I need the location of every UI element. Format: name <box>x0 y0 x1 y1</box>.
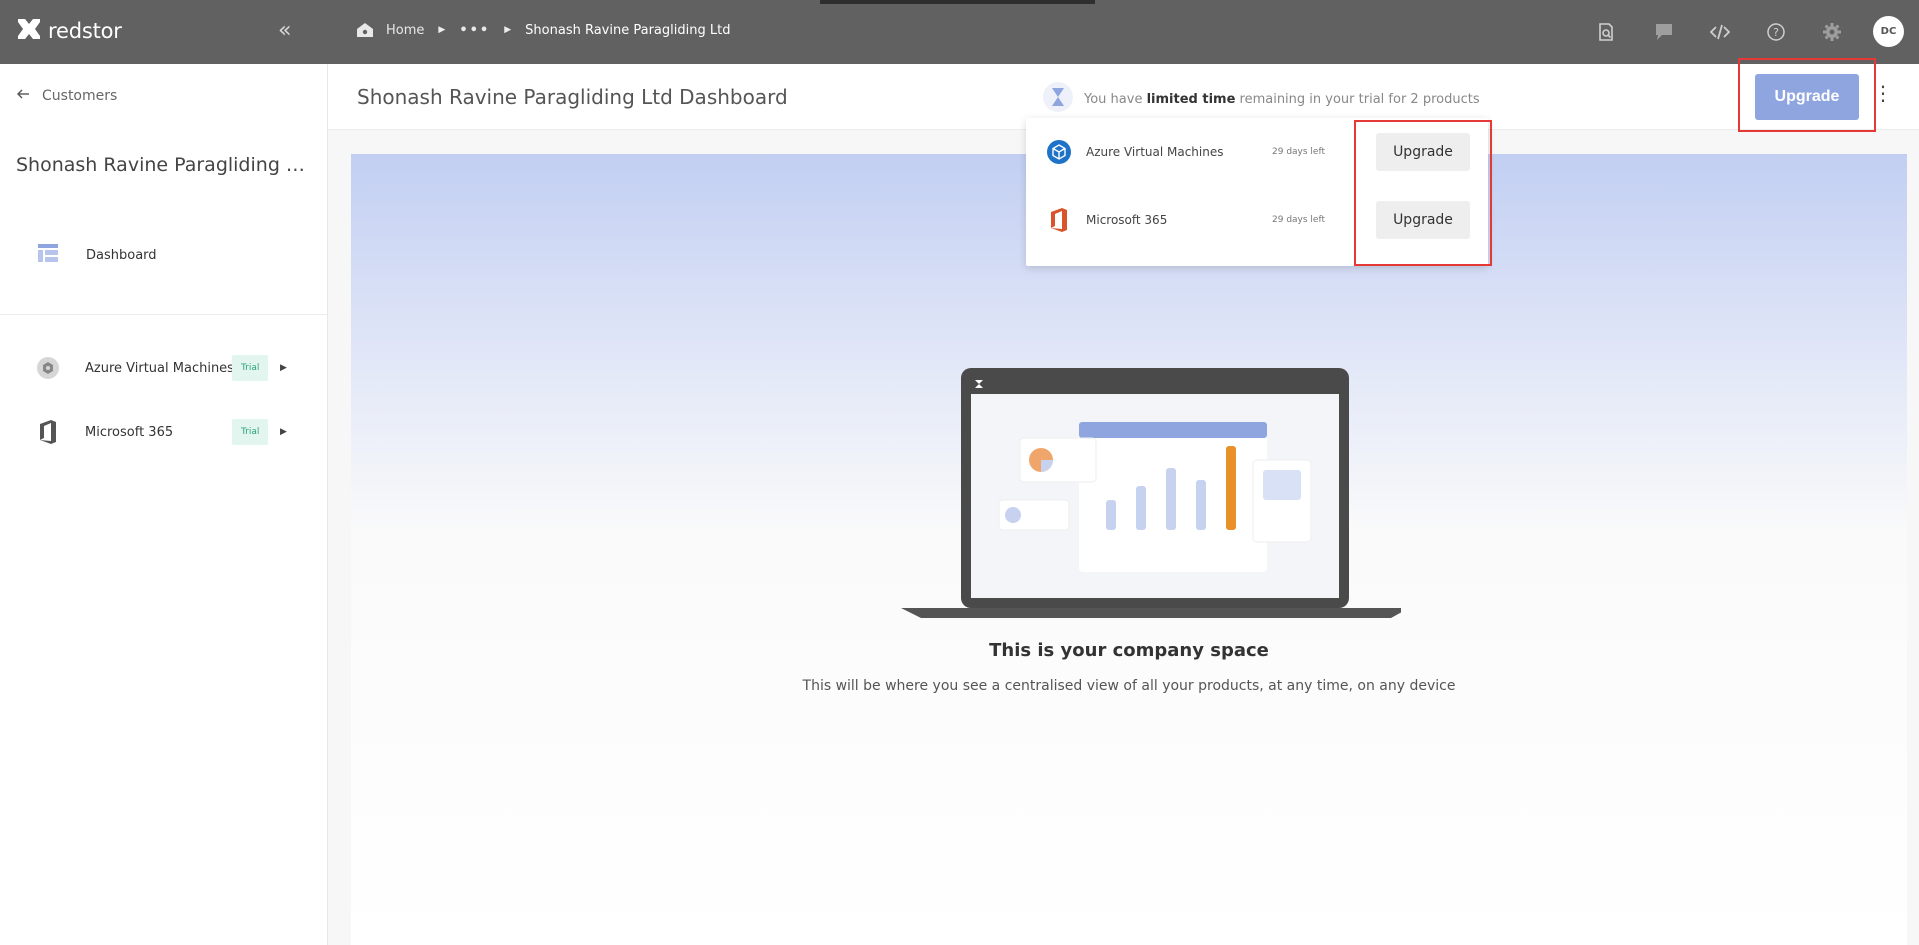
hero-subtitle: This will be where you see a centralised… <box>802 678 1456 694</box>
back-label: Customers <box>42 88 118 104</box>
dashboard-icon <box>38 244 58 266</box>
highlight-box <box>1354 120 1492 266</box>
sidebar-item-microsoft-365[interactable]: Microsoft 365 Trial ▶ <box>36 419 296 445</box>
redstor-logo[interactable]: redstor <box>16 16 122 46</box>
app-name: redstor <box>48 19 122 43</box>
product-name: Azure Virtual Machines <box>85 360 234 376</box>
trial-banner[interactable]: You have limited time remaining in your … <box>1040 80 1480 118</box>
breadcrumb-home[interactable]: Home <box>386 23 424 38</box>
collapse-sidebar-icon[interactable]: « <box>278 18 291 44</box>
caret-right-icon[interactable]: ▶ <box>280 427 287 437</box>
redstor-logo-icon <box>16 16 42 46</box>
sidebar: Customers Shonash Ravine Paragliding Ltd… <box>0 64 328 945</box>
top-bar: redstor « Home ▶ ••• ▶ Shonash Ravine Pa… <box>0 0 1919 64</box>
laptop-illustration <box>901 368 1409 632</box>
help-icon[interactable]: ? <box>1764 20 1788 44</box>
popup-product-name: Azure Virtual Machines <box>1086 145 1224 159</box>
more-options-icon[interactable]: ⋮ <box>1873 83 1893 103</box>
page-title: Shonash Ravine Paragliding Ltd Dashboard <box>357 85 788 109</box>
sidebar-item-azure-virtual-machines[interactable]: Azure Virtual Machines Trial ▶ <box>36 355 296 381</box>
microsoft-365-icon <box>1046 207 1072 233</box>
chat-icon[interactable] <box>1652 20 1676 44</box>
highlight-box <box>1738 58 1876 132</box>
sidebar-item-dashboard[interactable]: Dashboard <box>38 244 157 266</box>
popup-product-name: Microsoft 365 <box>1086 213 1168 227</box>
svg-text:?: ? <box>1773 26 1779 39</box>
azure-vm-icon <box>36 356 60 380</box>
settings-icon[interactable] <box>1820 20 1844 44</box>
avatar[interactable]: DC <box>1873 16 1904 47</box>
home-icon[interactable] <box>356 22 374 38</box>
code-icon[interactable] <box>1708 20 1732 44</box>
breadcrumb-current[interactable]: Shonash Ravine Paragliding Ltd <box>525 23 730 38</box>
microsoft-365-icon <box>36 420 60 444</box>
sidebar-divider <box>0 314 327 315</box>
caret-right-icon[interactable]: ▶ <box>280 363 287 373</box>
days-left: 29 days left <box>1272 215 1325 225</box>
days-left: 29 days left <box>1272 147 1325 157</box>
arrow-left-icon <box>16 88 30 104</box>
chevron-right-icon: ▶ <box>438 25 446 35</box>
hourglass-icon <box>1040 80 1076 118</box>
top-indicator <box>820 0 1095 4</box>
trial-badge: Trial <box>232 355 269 381</box>
breadcrumb: Home ▶ ••• ▶ Shonash Ravine Paragliding … <box>356 22 730 38</box>
trial-banner-text: You have limited time remaining in your … <box>1084 91 1480 107</box>
azure-vm-icon <box>1046 139 1072 165</box>
company-space-hero: This is your company space This will be … <box>351 154 1907 945</box>
trial-badge: Trial <box>232 419 269 445</box>
sidebar-item-label: Dashboard <box>86 247 157 263</box>
back-to-customers-link[interactable]: Customers <box>16 88 117 104</box>
product-name: Microsoft 365 <box>85 424 174 440</box>
hero-title: This is your company space <box>989 640 1269 661</box>
chevron-right-icon: ▶ <box>504 25 512 35</box>
search-document-icon[interactable] <box>1594 20 1618 44</box>
customer-title: Shonash Ravine Paragliding Ltd <box>16 154 306 176</box>
breadcrumb-ellipsis[interactable]: ••• <box>459 23 490 38</box>
